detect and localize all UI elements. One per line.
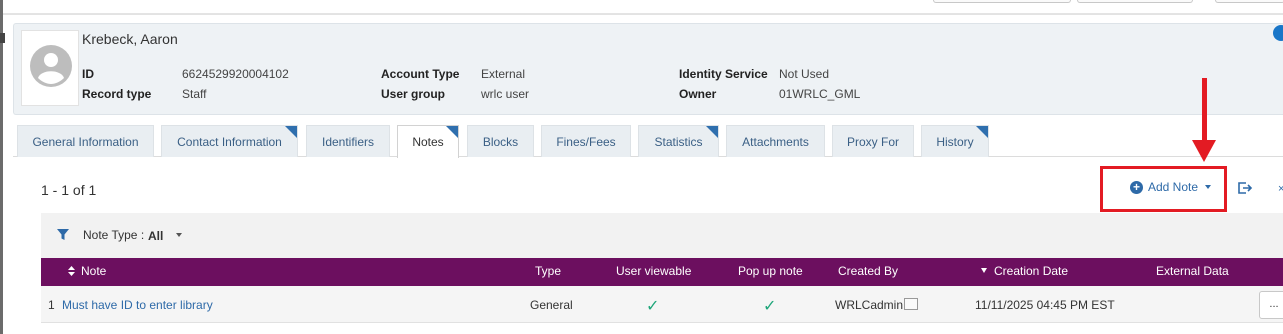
info-icon[interactable] — [1273, 25, 1283, 41]
tab-statistics[interactable]: Statistics — [638, 125, 719, 157]
tab-general-information[interactable]: General Information — [17, 125, 154, 157]
divider — [3, 14, 1283, 15]
sort-descending-icon — [981, 268, 987, 273]
note-link[interactable]: Must have ID to enter library — [62, 298, 213, 312]
field-label-id: ID — [82, 67, 94, 81]
field-value-owner: 01WRLC_GML — [779, 87, 861, 101]
column-header-type[interactable]: Type — [535, 264, 561, 278]
tab-label: Proxy For — [846, 134, 899, 149]
created-by: WRLCadmin — [835, 298, 904, 312]
tab-label: Statistics — [654, 134, 703, 149]
field-label-record-type: Record type — [82, 87, 152, 101]
filter-bar — [41, 213, 1283, 258]
field-value-identity-service: Not Used — [779, 67, 830, 81]
tab-blocks[interactable]: Blocks — [467, 125, 534, 157]
tab-fines-fees[interactable]: Fines/Fees — [541, 125, 631, 157]
note-type: General — [530, 298, 573, 312]
column-header-external-data[interactable]: External Data — [1156, 264, 1229, 278]
tab-indicator-icon — [285, 126, 297, 138]
field-value-account-type: External — [481, 67, 526, 81]
avatar — [21, 30, 79, 106]
user-card-icon[interactable] — [904, 298, 918, 310]
user-viewable-check-icon: ✓ — [646, 298, 660, 315]
toolbar-button[interactable] — [933, 0, 1071, 3]
field-label-owner: Owner — [679, 87, 717, 101]
chevron-down-icon[interactable] — [176, 233, 182, 237]
field-label-identity-service: Identity Service — [679, 67, 768, 81]
note-type-filter-select[interactable]: All — [148, 229, 163, 243]
tab-label: Fines/Fees — [556, 134, 616, 149]
tab-proxy-for[interactable]: Proxy For — [832, 125, 914, 157]
tab-contact-information[interactable]: Contact Information — [161, 125, 298, 157]
toolbar-button[interactable] — [1215, 0, 1283, 3]
column-header-creation-date[interactable]: Creation Date — [994, 264, 1068, 278]
window-edge — [0, 0, 3, 334]
column-header-user-viewable[interactable]: User viewable — [616, 264, 691, 278]
tab-label: Blocks — [482, 134, 519, 149]
tab-label: Notes — [412, 135, 444, 149]
field-value-user-group: wrlc user — [481, 87, 530, 101]
field-label-account-type: Account Type — [381, 67, 460, 81]
tab-label: Attachments — [742, 134, 809, 149]
pin-icon[interactable] — [0, 33, 5, 43]
filter-label: Note Type : — [83, 228, 145, 242]
tab-indicator-icon — [706, 126, 718, 138]
tab-indicator-icon — [976, 126, 988, 138]
annotation-arrow-head — [1192, 140, 1216, 162]
row-index: 1 — [48, 298, 55, 312]
field-label-user-group: User group — [381, 87, 446, 101]
toolbar-button[interactable] — [1077, 0, 1193, 3]
user-name: Krebeck, Aaron — [82, 31, 178, 47]
row-actions-button[interactable]: ... — [1259, 291, 1283, 319]
results-range: 1 - 1 of 1 — [41, 182, 97, 198]
tab-history[interactable]: History — [921, 125, 989, 157]
column-header-note[interactable]: Note — [81, 264, 106, 278]
user-avatar-icon — [30, 45, 72, 87]
tab-label: Identifiers — [321, 134, 375, 149]
column-header-created-by[interactable]: Created By — [838, 264, 898, 278]
annotation-arrow — [1202, 78, 1207, 148]
tab-label: Contact Information — [177, 134, 282, 149]
popup-check-icon: ✓ — [763, 298, 777, 315]
top-toolbar — [3, 0, 1283, 14]
creation-date: 11/11/2025 04:45 PM EST — [975, 298, 1115, 312]
add-note-button[interactable]: + Add Note — [1130, 180, 1212, 194]
chevron-down-icon — [1205, 185, 1212, 189]
column-header-pop-up-note[interactable]: Pop up note — [738, 264, 803, 278]
tab-identifiers[interactable]: Identifiers — [306, 125, 390, 157]
field-value-record-type: Staff — [182, 87, 207, 101]
add-note-label: Add Note — [1148, 180, 1199, 194]
tab-notes[interactable]: Notes — [397, 125, 459, 158]
sort-icon[interactable] — [68, 266, 75, 276]
plus-circle-icon: + — [1130, 180, 1143, 194]
field-value-id: 6624529920004102 — [182, 67, 289, 81]
export-icon[interactable] — [1237, 181, 1253, 195]
tab-label: History — [936, 134, 974, 149]
tab-attachments[interactable]: Attachments — [726, 125, 825, 157]
tab-label: General Information — [32, 134, 139, 149]
more-options-icon[interactable]: × — [1278, 183, 1283, 195]
filter-icon[interactable] — [57, 229, 69, 240]
tab-indicator-icon — [446, 126, 458, 138]
